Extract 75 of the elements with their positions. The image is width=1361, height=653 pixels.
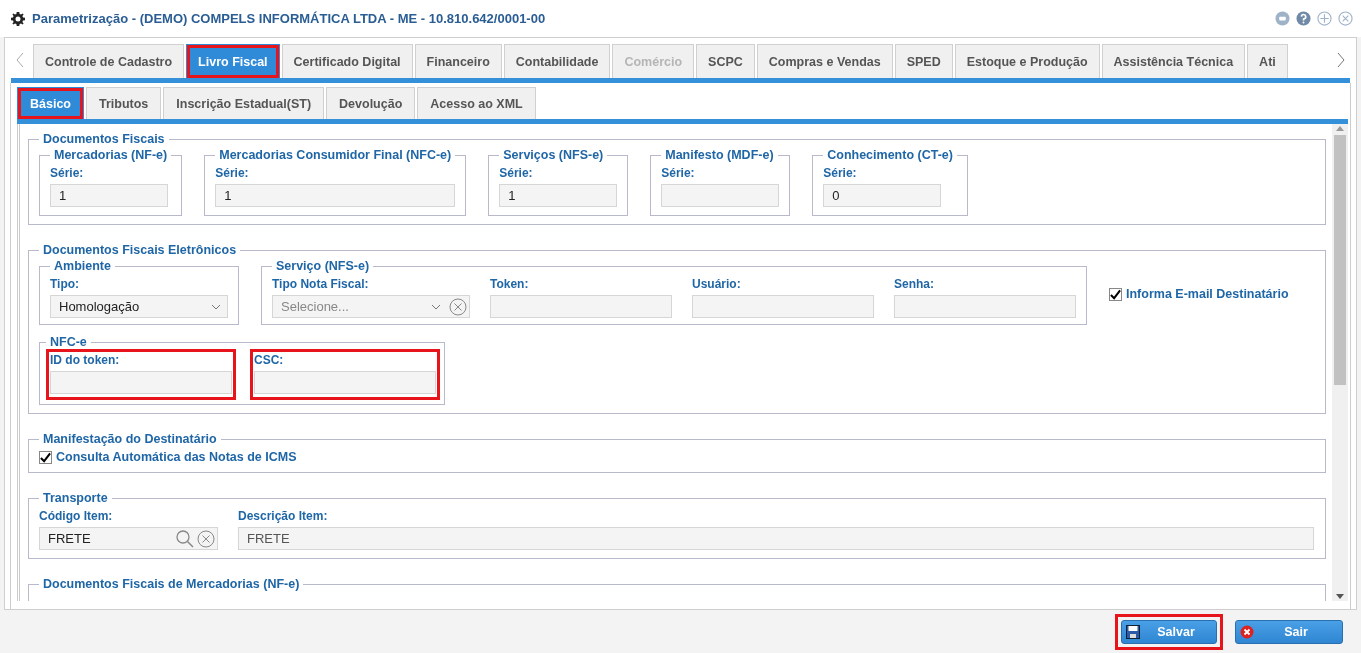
group-legend: NFC-e (46, 335, 91, 349)
group-legend: Mercadorias Consumidor Final (NFC-e) (215, 148, 456, 162)
input-field[interactable] (50, 371, 232, 394)
minimize-icon[interactable] (1275, 11, 1290, 26)
tab[interactable]: SPED (894, 44, 953, 78)
select-field[interactable]: Homologação (50, 295, 228, 318)
group-legend: Transporte (39, 491, 112, 505)
field-label: Tipo: (50, 277, 81, 291)
chevron-down-icon[interactable] (431, 303, 441, 310)
group-legend: Documentos Fiscais (39, 132, 169, 146)
field-label: Descrição Item: (238, 509, 329, 523)
input-field[interactable] (490, 295, 672, 318)
field-label: Série: (823, 166, 858, 180)
tab[interactable]: Certificado Digital (281, 44, 413, 78)
tab[interactable]: Assistência Técnica (1101, 44, 1246, 78)
input-field[interactable]: FRETE (238, 527, 1314, 550)
tab[interactable]: Acesso ao XML (417, 87, 536, 119)
field-label: Série: (215, 166, 250, 180)
input-field[interactable] (661, 184, 780, 207)
tab[interactable]: Ati (1247, 44, 1288, 78)
field-label: CSC: (254, 353, 285, 367)
window-title: Parametrização - (DEMO) COMPELS INFORMÁTICA LTDA - ME - 10.810.642/0001-00 (32, 11, 547, 26)
group-legend: Mercadorias (NF-e) (50, 148, 172, 162)
field-label: Usuário: (692, 277, 742, 291)
tab[interactable]: Financeiro (414, 44, 502, 78)
tab[interactable]: SCPC (696, 44, 755, 78)
tab[interactable]: Inscrição Estadual(ST) (163, 87, 325, 119)
field-label: Série: (499, 166, 534, 180)
field-label: Código Item: (39, 509, 114, 523)
group-legend: Documentos Fiscais Eletrônicos (39, 243, 241, 257)
tab[interactable]: Livro Fiscal (186, 44, 280, 78)
search-icon[interactable] (175, 528, 195, 549)
field-label: Token: (490, 277, 530, 291)
field-label: Série: (50, 166, 85, 180)
close-icon (1240, 624, 1254, 639)
input-field[interactable] (254, 371, 436, 394)
group-legend: Serviços (NFS-e) (499, 148, 608, 162)
input-field[interactable]: FRETE (39, 527, 218, 550)
group-legend: Manifestação do Destinatário (39, 432, 221, 446)
checkbox-label: Consulta Automática das Notas de ICMS (56, 450, 297, 464)
close-icon[interactable] (1338, 11, 1353, 26)
input-field[interactable] (692, 295, 874, 318)
checkbox-label: Informa E-mail Destinatário (1126, 287, 1289, 301)
input-field[interactable]: 1 (50, 184, 168, 207)
tab[interactable]: Estoque e Produção (954, 44, 1100, 78)
field-label: Série: (661, 166, 696, 180)
input-field[interactable]: 1 (215, 184, 456, 207)
field-label: ID do token: (50, 353, 121, 367)
help-icon[interactable] (1296, 11, 1311, 26)
group-legend: Conhecimento (CT-e) (823, 148, 957, 162)
field-label: Senha: (894, 277, 935, 291)
checkbox[interactable] (39, 450, 52, 464)
tab[interactable]: Básico (17, 87, 84, 119)
tab[interactable]: Controle de Cadastro (33, 44, 185, 78)
clear-icon[interactable] (197, 529, 215, 548)
group-legend: Documentos Fiscais de Mercadorias (NF-e) (39, 577, 304, 591)
tab[interactable]: Contabilidade (503, 44, 611, 78)
clear-icon[interactable] (449, 297, 467, 316)
group-legend: Manifesto (MDF-e) (661, 148, 778, 162)
scrollbar[interactable] (1332, 124, 1348, 601)
group-legend: Serviço (NFS-e) (272, 259, 374, 273)
scroll-up-icon[interactable] (1336, 126, 1344, 131)
tab[interactable]: Devolução (326, 87, 416, 119)
chevron-down-icon[interactable] (211, 303, 221, 310)
maximize-icon[interactable] (1317, 11, 1332, 26)
field-label: Tipo Nota Fiscal: (272, 277, 370, 291)
scroll-down-icon[interactable] (1336, 594, 1344, 599)
gear-icon (10, 10, 26, 27)
tab[interactable]: Tributos (86, 87, 162, 119)
input-field[interactable]: 1 (499, 184, 618, 207)
group-legend: Ambiente (50, 259, 115, 273)
checkbox[interactable] (1109, 287, 1122, 301)
input-field[interactable] (894, 295, 1076, 318)
input-field[interactable]: 0 (823, 184, 942, 207)
tab[interactable]: Compras e Vendas (756, 44, 893, 78)
